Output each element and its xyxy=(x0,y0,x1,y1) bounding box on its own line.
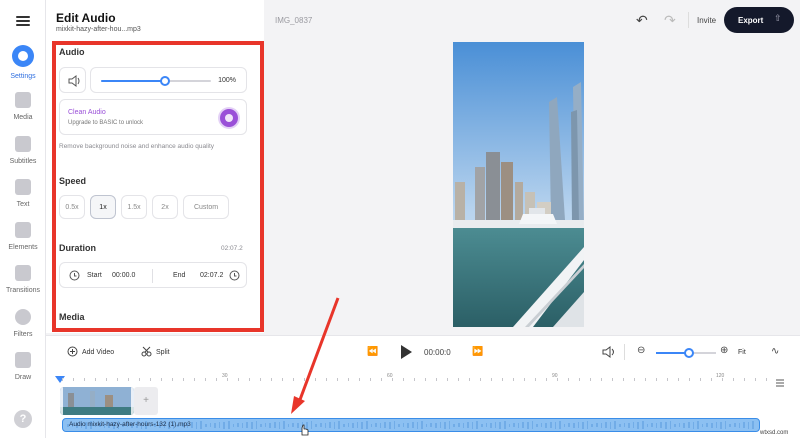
mouse-cursor-icon xyxy=(301,424,309,436)
annotation-arrow xyxy=(291,297,340,414)
watermark: wtxsd.com xyxy=(760,430,789,436)
